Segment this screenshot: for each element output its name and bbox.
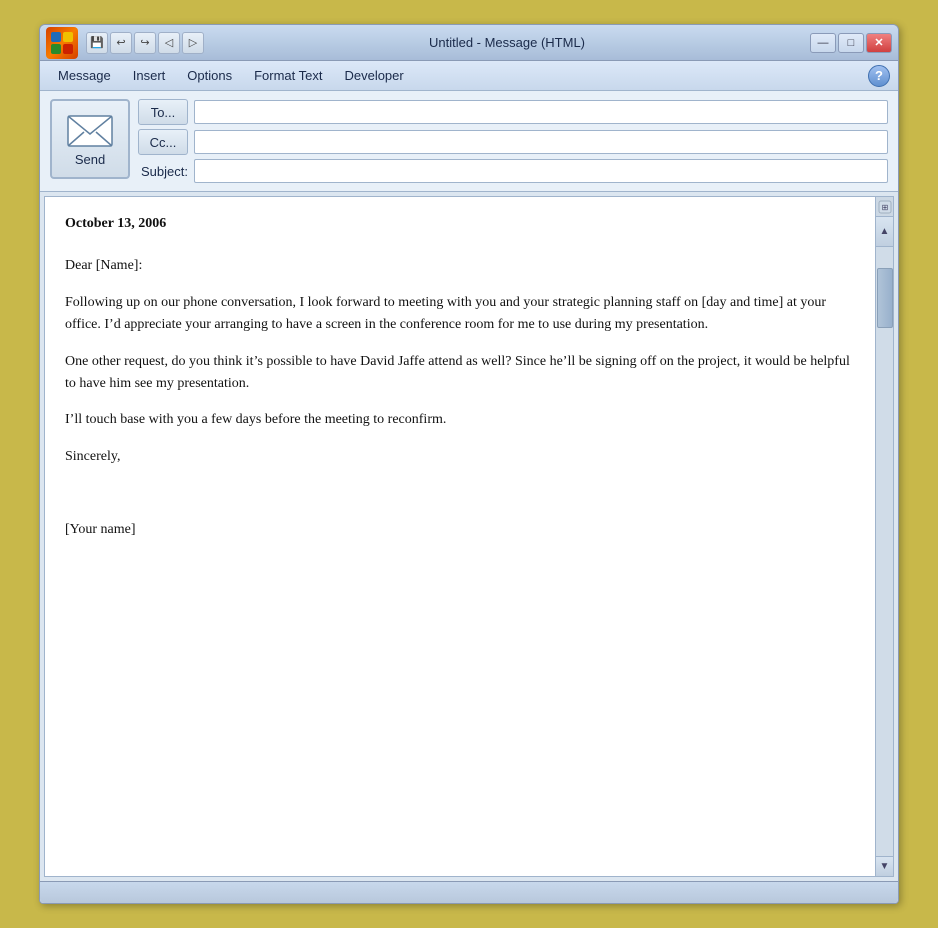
redo-button[interactable]: ↪ [134,32,156,54]
undo-button[interactable]: ↩ [110,32,132,54]
send-button[interactable]: Send [50,99,130,179]
subject-row: Subject: [138,159,888,183]
back-button[interactable]: ◁ [158,32,180,54]
email-body-wrapper: October 13, 2006 Dear [Name]: Following … [40,192,898,881]
email-closing: Sincerely, [65,446,855,468]
maximize-button[interactable]: □ [838,33,864,53]
menu-options[interactable]: Options [177,64,242,87]
save-button[interactable]: 💾 [86,32,108,54]
svg-text:⊞: ⊞ [881,203,888,212]
to-input[interactable] [194,100,888,124]
forward-button[interactable]: ▷ [182,32,204,54]
office-logo [46,27,78,59]
subject-input[interactable] [194,159,888,183]
email-body-container: October 13, 2006 Dear [Name]: Following … [44,196,894,877]
email-salutation: Dear [Name]: [65,255,855,277]
menu-format-text[interactable]: Format Text [244,64,332,87]
scroll-up-button[interactable]: ▲ [876,217,894,247]
email-date: October 13, 2006 [65,213,855,235]
quick-access-toolbar: 💾 ↩ ↪ ◁ ▷ [86,32,204,54]
email-header: Send To... Cc... Subject: [40,91,898,192]
email-signature: [Your name] [65,519,855,541]
menu-developer[interactable]: Developer [334,64,413,87]
send-icon [66,112,114,150]
outlook-window: 💾 ↩ ↪ ◁ ▷ Untitled - Message (HTML) — □ … [39,24,899,904]
to-button[interactable]: To... [138,99,188,125]
fields-area: To... Cc... Subject: [138,99,888,183]
email-paragraph2: One other request, do you think it’s pos… [65,351,855,396]
menu-message[interactable]: Message [48,64,121,87]
to-row: To... [138,99,888,125]
status-bar [40,881,898,903]
email-paragraph1: Following up on our phone conversation, … [65,292,855,337]
scroll-thumb[interactable] [877,268,893,328]
cc-input[interactable] [194,130,888,154]
cc-row: Cc... [138,129,888,155]
menu-bar: Message Insert Options Format Text Devel… [40,61,898,91]
subject-label: Subject: [138,164,188,179]
scroll-track [876,247,894,856]
scrollbar: ⊞ ▲ ▼ [875,197,893,876]
email-body[interactable]: October 13, 2006 Dear [Name]: Following … [45,197,875,876]
menu-insert[interactable]: Insert [123,64,176,87]
window-controls: — □ ✕ [810,33,892,53]
close-button[interactable]: ✕ [866,33,892,53]
title-bar: 💾 ↩ ↪ ◁ ▷ Untitled - Message (HTML) — □ … [40,25,898,61]
scroll-down-button[interactable]: ▼ [876,856,894,876]
cc-button[interactable]: Cc... [138,129,188,155]
scroll-icon: ⊞ [876,197,894,217]
email-paragraph3: I’ll touch base with you a few days befo… [65,409,855,431]
window-title: Untitled - Message (HTML) [208,35,806,50]
send-label: Send [75,152,105,167]
help-button[interactable]: ? [868,65,890,87]
minimize-button[interactable]: — [810,33,836,53]
